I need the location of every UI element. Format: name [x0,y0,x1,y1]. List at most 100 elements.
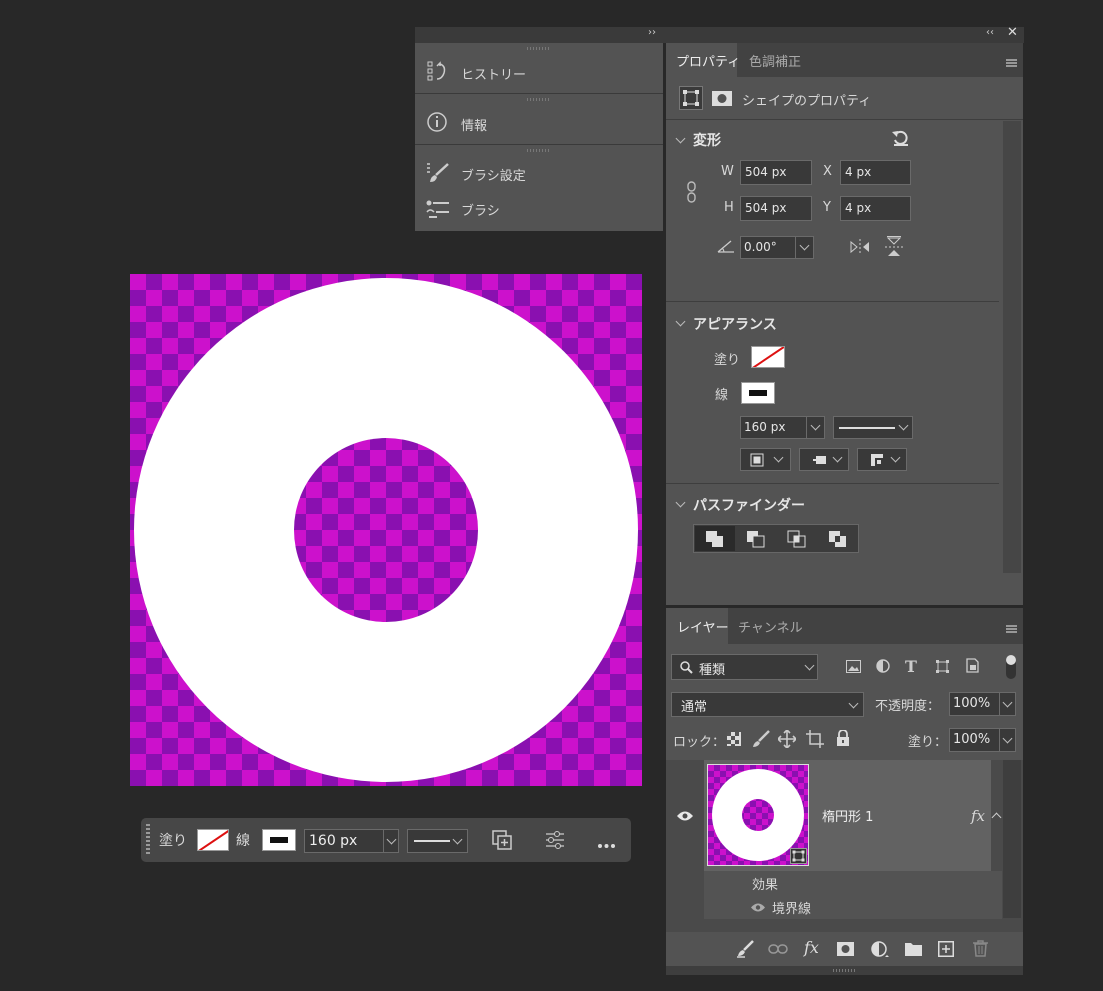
history-label: ヒストリー [461,68,527,83]
layers-list: 楕円形 1 fx 効果 境界線 [666,760,1023,932]
appearance-collapse-chevron[interactable] [675,316,686,327]
layer-effects-expand-icon[interactable] [991,812,1002,823]
link-layers-icon[interactable] [768,943,788,959]
taskbar-stroke-width-dropdown[interactable]: 160 px [304,829,399,853]
tab-properties-label: プロパティ [676,55,741,70]
tab-channels[interactable]: チャンネル [728,608,803,644]
width-label: W [721,164,734,179]
layers-panel-resize-grip[interactable] [666,966,1023,975]
panel-item-brush-settings[interactable]: ブラシ設定 [415,157,663,189]
taskbar-stroke-type-dropdown[interactable] [407,829,468,853]
reset-transform-icon[interactable] [891,128,911,152]
flip-vertical-icon[interactable] [885,236,903,262]
brush-settings-label: ブラシ設定 [461,169,526,184]
taskbar-stroke-swatch[interactable] [262,829,296,851]
mask-properties-icon[interactable] [712,91,732,110]
lock-label: ロック： [673,735,726,750]
blend-mode-dropdown[interactable]: 通常 [671,692,864,717]
layer-fx-indicator[interactable]: fx [971,807,985,825]
layer-name[interactable]: 楕円形 1 [822,806,873,825]
panel-item-history[interactable]: ヒストリー [415,53,663,93]
info-icon [426,111,448,137]
expand-panels-icon[interactable]: ›› [648,27,656,38]
width-input[interactable]: 504 px [740,160,812,185]
history-icon [427,60,449,86]
tab-adjustments[interactable]: 色調補正 [737,43,813,77]
filter-type-icon[interactable]: T [905,657,917,676]
new-fill-adjustment-layer-icon[interactable] [871,941,889,963]
tab-channels-label: チャンネル [738,621,803,636]
angle-dropdown[interactable]: 0.00° [740,236,814,259]
pathfinder-buttons [693,524,859,553]
stroke-corners-dropdown[interactable] [857,448,907,471]
filter-smart-object-icon[interactable] [966,658,979,677]
shape-layer-badge-icon [790,848,807,864]
transform-collapse-chevron[interactable] [675,133,686,144]
document-canvas[interactable] [130,274,642,786]
new-layer-from-shape-icon[interactable] [491,829,513,851]
fill-swatch[interactable] [751,346,785,368]
layers-scrollbar[interactable] [1003,760,1021,918]
stroke-caps-dropdown[interactable] [799,448,849,471]
drag-handle[interactable] [146,824,150,856]
x-input[interactable]: 4 px [840,160,911,185]
stroke-align-dropdown[interactable] [740,448,791,471]
effects-row[interactable]: 効果 [704,871,1002,895]
filter-toggle-switch[interactable] [1006,655,1016,679]
tab-layers-label: レイヤー [677,621,729,636]
stroke-swatch[interactable] [741,382,775,404]
shape-properties-header: シェイプのプロパティ [666,77,1023,120]
height-input[interactable]: 504 px [740,196,812,221]
exclude-overlap-button[interactable] [818,526,858,551]
tab-properties[interactable]: プロパティ [666,43,741,77]
shape-properties-icon[interactable] [679,86,703,110]
effect-stroke-row[interactable]: 境界線 [704,895,1002,919]
layers-panel-menu-icon[interactable] [1006,622,1017,637]
fill-opacity-label: 塗り： [908,735,948,750]
layer-filter-dropdown[interactable]: 種類 [671,654,818,680]
lock-position-icon[interactable] [776,728,798,752]
layers-panel: 種類 T 通常 不透明度： 100% ロック： 塗り： 100% 楕円形 1 f… [666,644,1023,975]
panel-item-brushes[interactable]: ブラシ [415,193,663,225]
link-layers-brush-icon[interactable] [736,940,754,962]
lock-artboard-icon[interactable] [806,730,824,752]
intersect-shapes-button[interactable] [777,526,817,551]
link-dimensions-icon[interactable] [686,181,698,207]
filter-shape-icon[interactable] [935,659,950,678]
add-layer-mask-icon[interactable] [837,942,854,960]
taskbar-fill-swatch[interactable] [197,829,229,851]
properties-scrollbar[interactable] [1003,121,1021,573]
info-label: 情報 [461,119,488,134]
layer-visibility-eye-icon[interactable] [676,810,694,826]
add-layer-style-icon[interactable]: fx [804,938,819,957]
angle-icon [717,239,735,257]
effect-visibility-eye-icon[interactable] [750,902,766,917]
collapse-panels-icon[interactable]: ‹‹ [986,27,994,38]
y-input[interactable]: 4 px [840,196,911,221]
subtract-front-button[interactable] [736,526,776,551]
filter-pixel-icon[interactable] [846,660,861,677]
lock-image-pixels-icon[interactable] [752,730,770,752]
layers-bottom-toolbar: fx [666,932,1023,966]
panel-item-info[interactable]: 情報 [415,103,663,143]
close-panel-icon[interactable]: ✕ [1007,25,1018,40]
opacity-input[interactable]: 100% [949,692,1016,716]
tab-layers[interactable]: レイヤー [666,608,729,644]
flip-horizontal-icon[interactable] [849,239,871,259]
filter-adjustment-icon[interactable] [876,659,890,677]
more-options-icon[interactable] [597,838,617,848]
pathfinder-collapse-chevron[interactable] [675,497,686,508]
combine-shapes-button[interactable] [695,526,735,551]
collapsed-panels-column: ヒストリー 情報 ブラシ設定 ブラシ [415,43,663,231]
delete-layer-trash-icon[interactable] [973,940,988,961]
lock-transparent-pixels-icon[interactable] [727,732,741,750]
lock-all-icon[interactable] [836,729,850,751]
adjust-settings-icon[interactable] [544,830,566,850]
layer-thumbnail[interactable] [707,764,809,866]
new-group-folder-icon[interactable] [905,942,922,960]
panel-menu-icon[interactable] [1006,56,1017,71]
stroke-width-dropdown[interactable]: 160 px [740,416,825,439]
fill-opacity-input[interactable]: 100% [949,728,1016,752]
stroke-type-dropdown[interactable] [833,416,913,439]
new-layer-icon[interactable] [938,941,954,961]
